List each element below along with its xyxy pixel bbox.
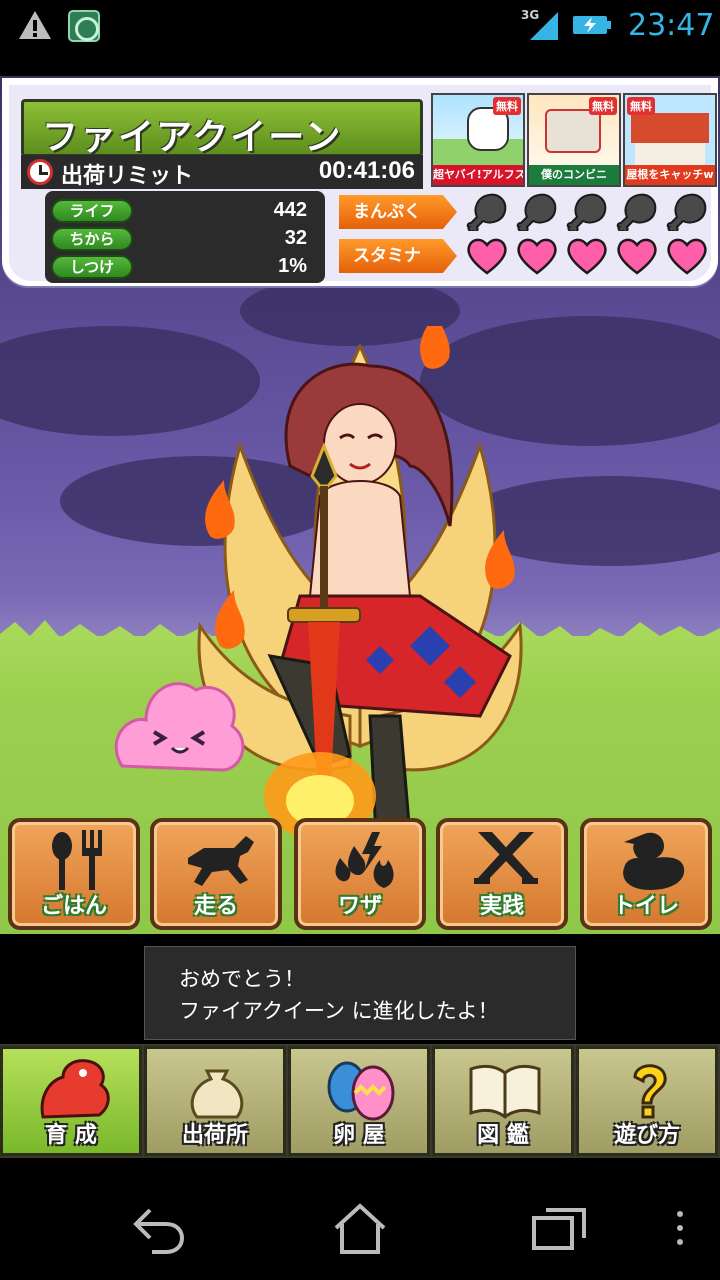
ad-free-badge: 無料 <box>589 97 617 115</box>
meat-icon <box>666 193 707 231</box>
action-label: トイレ <box>612 894 679 919</box>
stat-value: 32 <box>284 227 307 249</box>
ad-free-badge: 無料 <box>627 97 655 115</box>
eggs-icon <box>327 1061 395 1121</box>
stat-row-life: ライフ 442 <box>51 199 319 225</box>
system-nav-bar <box>0 1160 720 1280</box>
elements-icon <box>335 832 394 888</box>
evolution-toast: おめでとう！ ファイアクイーン に進化したよ！ <box>144 946 576 1040</box>
tab-label: 育 成 <box>45 1123 97 1148</box>
action-battle-button[interactable]: 実践 <box>436 818 568 930</box>
meat-icon <box>616 193 657 231</box>
stamina-label: スタミナ <box>339 239 457 273</box>
back-icon[interactable] <box>128 1200 188 1256</box>
ad-caption: 超ヤバイ!アルフスの異変 <box>433 165 523 185</box>
tab-label: 遊び方 <box>613 1123 680 1148</box>
heart-icon <box>567 238 607 275</box>
tab-label: 卵 屋 <box>333 1123 385 1148</box>
action-toilet-button[interactable]: トイレ <box>580 818 712 930</box>
pet-name: ファイアクイーン <box>42 117 343 158</box>
meat-icon <box>516 193 557 231</box>
fullness-label: まんぷく <box>339 195 457 229</box>
heart-icon <box>517 238 557 275</box>
heart-icon <box>467 238 507 275</box>
action-label: ワザ <box>337 894 382 919</box>
pink-slime-character <box>114 682 245 772</box>
action-skill-button[interactable]: ワザ <box>294 818 426 930</box>
fullness-meter <box>465 189 715 233</box>
dinosaur-icon <box>40 1059 110 1119</box>
stamina-meter <box>465 235 715 279</box>
app-notification-icon <box>68 10 100 42</box>
warning-icon <box>19 11 51 39</box>
signal-icon <box>530 12 558 40</box>
ad-free-badge: 無料 <box>493 97 521 115</box>
stats-box: ライフ 442 ちから 32 しつけ 1% <box>45 191 325 283</box>
meat-icon <box>566 193 607 231</box>
running-dog-icon <box>188 836 254 886</box>
tab-how-to-play[interactable]: 遊び方 <box>576 1046 718 1156</box>
spoon-fork-icon <box>52 830 102 890</box>
stat-label: しつけ <box>51 255 133 279</box>
stat-value: 442 <box>273 199 307 221</box>
toast-line-2: ファイアクイーン に進化したよ！ <box>179 999 499 1023</box>
recent-apps-icon[interactable] <box>530 1200 590 1256</box>
action-bar: ごはん 走る ワザ 実践 トイレ <box>0 818 720 934</box>
meat-icon <box>466 193 507 231</box>
duck-icon <box>623 832 685 890</box>
tab-label: 出荷所 <box>181 1123 248 1148</box>
bottom-tab-bar: 育 成 出荷所 卵 屋 図 鑑 遊び方 <box>0 1044 720 1158</box>
toast-line-1: おめでとう！ <box>179 967 305 991</box>
heart-icon <box>667 238 707 275</box>
status-bar: 3G 23:47 <box>0 0 720 52</box>
ad-caption: 屋根をキャッチw <box>625 165 715 185</box>
heart-icon <box>617 238 657 275</box>
ad-banner-2[interactable]: 無料 僕のコンビニ <box>527 93 621 187</box>
ad-banner-1[interactable]: 無料 超ヤバイ!アルフスの異変 <box>431 93 525 187</box>
tab-shipping[interactable]: 出荷所 <box>144 1046 286 1156</box>
clock: 23:47 <box>628 8 715 43</box>
game-screen: ファイアクイーン 出荷リミット 00:41:06 ライフ 442 ちから 32 … <box>0 76 720 934</box>
question-icon <box>633 1064 667 1119</box>
tab-egg-shop[interactable]: 卵 屋 <box>288 1046 430 1156</box>
tab-raise[interactable]: 育 成 <box>0 1046 142 1156</box>
menu-icon[interactable] <box>668 1200 692 1256</box>
stat-label: ちから <box>51 227 133 251</box>
shipping-limit-time: 00:41:06 <box>318 157 415 184</box>
action-run-button[interactable]: 走る <box>150 818 282 930</box>
battery-charging-icon <box>573 16 611 34</box>
tab-label: 図 鑑 <box>477 1123 529 1148</box>
shipping-limit: 出荷リミット 00:41:06 <box>21 155 423 189</box>
status-panel: ファイアクイーン 出荷リミット 00:41:06 ライフ 442 ちから 32 … <box>2 78 718 286</box>
action-label: ごはん <box>40 894 107 919</box>
stat-row-discipline: しつけ 1% <box>51 255 319 281</box>
status-panel-inner: ファイアクイーン 出荷リミット 00:41:06 ライフ 442 ちから 32 … <box>9 85 717 283</box>
stat-value: 1% <box>278 255 307 277</box>
book-icon <box>469 1064 541 1119</box>
action-feed-button[interactable]: ごはん <box>8 818 140 930</box>
action-label: 実践 <box>479 894 524 919</box>
ad-caption: 僕のコンビニ <box>529 165 619 185</box>
shipping-limit-label: 出荷リミット <box>61 164 194 189</box>
ad-banner-3[interactable]: 無料 屋根をキャッチw <box>623 93 717 187</box>
crossed-swords-icon <box>474 832 538 884</box>
stat-row-power: ちから 32 <box>51 227 319 253</box>
action-label: 走る <box>193 894 238 919</box>
clock-icon <box>27 159 53 185</box>
money-bag-icon <box>190 1069 244 1119</box>
stat-label: ライフ <box>51 199 133 223</box>
pet-name-plate: ファイアクイーン <box>21 99 423 158</box>
home-icon[interactable] <box>330 1200 390 1256</box>
tab-encyclopedia[interactable]: 図 鑑 <box>432 1046 574 1156</box>
